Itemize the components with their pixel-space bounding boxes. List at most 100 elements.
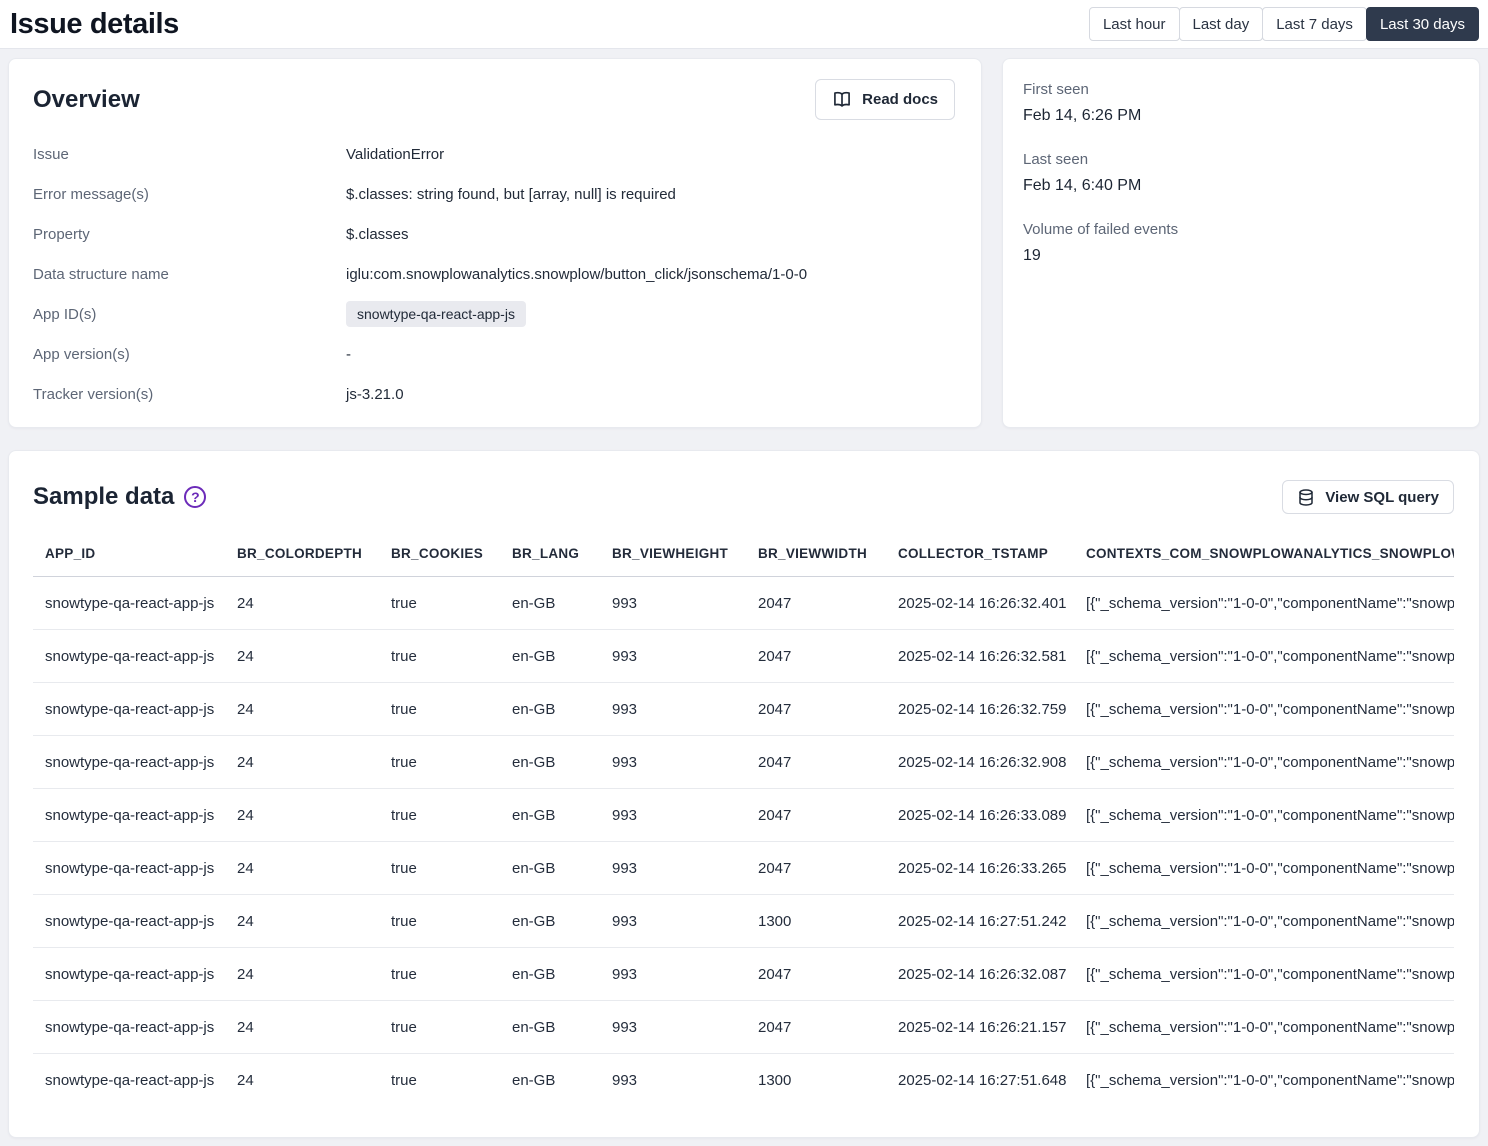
table-cell: snowtype-qa-react-app-js — [33, 842, 225, 895]
table-cell: [{"_schema_version":"1-0-0","componentNa… — [1074, 630, 1454, 683]
table-cell: en-GB — [500, 789, 600, 842]
table-row: snowtype-qa-react-app-js24trueen-GB99320… — [33, 683, 1454, 736]
table-cell: en-GB — [500, 630, 600, 683]
summary-label: Volume of failed events — [1023, 221, 1459, 238]
column-header-contexts-com-snowplowanalytics-snowplow: CONTEXTS_COM_SNOWPLOWANALYTICS_SNOWPLOW_ — [1074, 533, 1454, 577]
table-cell: 2025-02-14 16:26:32.087 — [886, 948, 1074, 1001]
table-cell: 993 — [600, 1054, 746, 1107]
table-cell: true — [379, 630, 500, 683]
overview-heading: Overview — [33, 86, 140, 114]
table-cell: snowtype-qa-react-app-js — [33, 577, 225, 630]
table-cell: true — [379, 736, 500, 789]
time-range-button-last-7-days[interactable]: Last 7 days — [1262, 7, 1367, 41]
table-cell: en-GB — [500, 1001, 600, 1054]
field-value: $.classes — [346, 226, 955, 243]
table-cell: snowtype-qa-react-app-js — [33, 736, 225, 789]
table-cell: 2025-02-14 16:26:21.157 — [886, 1001, 1074, 1054]
column-header-app-id: APP_ID — [33, 533, 225, 577]
field-label: App ID(s) — [33, 306, 346, 323]
table-cell: 24 — [225, 948, 379, 1001]
table-cell: 24 — [225, 736, 379, 789]
table-cell: en-GB — [500, 577, 600, 630]
table-cell: true — [379, 1001, 500, 1054]
database-icon — [1297, 488, 1315, 507]
sample-data-table-wrap[interactable]: APP_IDBR_COLORDEPTHBR_COOKIESBR_LANGBR_V… — [33, 533, 1454, 1107]
field-value: ValidationError — [346, 146, 955, 163]
page-title: Issue details — [10, 8, 179, 41]
table-cell: 24 — [225, 683, 379, 736]
help-icon[interactable]: ? — [184, 486, 206, 508]
time-range-group: Last hourLast dayLast 7 daysLast 30 days — [1090, 7, 1479, 41]
table-cell: 1300 — [746, 895, 886, 948]
overview-field-row-property: Property$.classes — [33, 214, 955, 254]
table-cell: 2025-02-14 16:26:32.401 — [886, 577, 1074, 630]
table-cell: [{"_schema_version":"1-0-0","componentNa… — [1074, 736, 1454, 789]
column-header-br-viewwidth: BR_VIEWWIDTH — [746, 533, 886, 577]
table-cell: true — [379, 895, 500, 948]
table-cell: 2047 — [746, 842, 886, 895]
field-label: Data structure name — [33, 266, 346, 283]
table-cell: 2025-02-14 16:26:33.265 — [886, 842, 1074, 895]
field-label: Tracker version(s) — [33, 386, 346, 403]
table-cell: 24 — [225, 789, 379, 842]
read-docs-label: Read docs — [862, 91, 938, 108]
table-cell: snowtype-qa-react-app-js — [33, 948, 225, 1001]
table-cell: snowtype-qa-react-app-js — [33, 630, 225, 683]
overview-field-row-issue: IssueValidationError — [33, 134, 955, 174]
table-cell: 2047 — [746, 630, 886, 683]
read-docs-button[interactable]: Read docs — [815, 79, 955, 120]
table-cell: 2025-02-14 16:26:32.908 — [886, 736, 1074, 789]
field-value: - — [346, 346, 955, 363]
summary-value: 19 — [1023, 247, 1459, 265]
table-cell: 2025-02-14 16:26:33.089 — [886, 789, 1074, 842]
field-value: $.classes: string found, but [array, nul… — [346, 186, 955, 203]
table-cell: en-GB — [500, 948, 600, 1001]
table-cell: 2047 — [746, 1001, 886, 1054]
time-range-button-last-day[interactable]: Last day — [1179, 7, 1264, 41]
table-cell: [{"_schema_version":"1-0-0","componentNa… — [1074, 577, 1454, 630]
sample-data-table: APP_IDBR_COLORDEPTHBR_COOKIESBR_LANGBR_V… — [33, 533, 1454, 1107]
summary-card: First seenFeb 14, 6:26 PMLast seenFeb 14… — [1002, 58, 1480, 428]
summary-label: Last seen — [1023, 151, 1459, 168]
field-value: snowtype-qa-react-app-js — [346, 301, 955, 327]
column-header-br-cookies: BR_COOKIES — [379, 533, 500, 577]
field-value: js-3.21.0 — [346, 386, 955, 403]
main-content: Overview Read docs IssueValidationErrorE… — [0, 49, 1488, 1146]
time-range-button-last-hour[interactable]: Last hour — [1089, 7, 1180, 41]
table-cell: [{"_schema_version":"1-0-0","componentNa… — [1074, 683, 1454, 736]
table-cell: 2025-02-14 16:27:51.242 — [886, 895, 1074, 948]
field-value: iglu:com.snowplowanalytics.snowplow/butt… — [346, 266, 955, 283]
table-cell: snowtype-qa-react-app-js — [33, 895, 225, 948]
field-label: Property — [33, 226, 346, 243]
overview-field-row-app-version-s: App version(s)- — [33, 334, 955, 374]
table-cell: [{"_schema_version":"1-0-0","componentNa… — [1074, 842, 1454, 895]
overview-fields: IssueValidationErrorError message(s)$.cl… — [33, 134, 955, 414]
table-cell: 2025-02-14 16:27:51.648 — [886, 1054, 1074, 1107]
table-cell: 2047 — [746, 948, 886, 1001]
column-header-br-colordepth: BR_COLORDEPTH — [225, 533, 379, 577]
table-row: snowtype-qa-react-app-js24trueen-GB99313… — [33, 895, 1454, 948]
overview-card: Overview Read docs IssueValidationErrorE… — [8, 58, 982, 428]
overview-card-head: Overview Read docs — [33, 79, 955, 120]
table-cell: 993 — [600, 789, 746, 842]
table-row: snowtype-qa-react-app-js24trueen-GB99320… — [33, 842, 1454, 895]
time-range-button-last-30-days[interactable]: Last 30 days — [1366, 7, 1479, 41]
table-cell: 24 — [225, 1001, 379, 1054]
table-cell: snowtype-qa-react-app-js — [33, 1054, 225, 1107]
app-id-pill: snowtype-qa-react-app-js — [346, 301, 526, 327]
table-cell: snowtype-qa-react-app-js — [33, 789, 225, 842]
table-header-row: APP_IDBR_COLORDEPTHBR_COOKIESBR_LANGBR_V… — [33, 533, 1454, 577]
table-cell: true — [379, 789, 500, 842]
table-cell: 993 — [600, 630, 746, 683]
view-sql-query-label: View SQL query — [1325, 489, 1439, 506]
table-cell: 993 — [600, 895, 746, 948]
sample-data-card: Sample data ? View SQL query APP_IDBR_CO… — [8, 450, 1480, 1138]
table-cell: 2047 — [746, 683, 886, 736]
table-cell: 993 — [600, 948, 746, 1001]
table-cell: en-GB — [500, 736, 600, 789]
table-row: snowtype-qa-react-app-js24trueen-GB99320… — [33, 948, 1454, 1001]
table-cell: true — [379, 1054, 500, 1107]
book-icon — [832, 90, 852, 109]
view-sql-query-button[interactable]: View SQL query — [1282, 480, 1454, 514]
table-cell: 993 — [600, 1001, 746, 1054]
